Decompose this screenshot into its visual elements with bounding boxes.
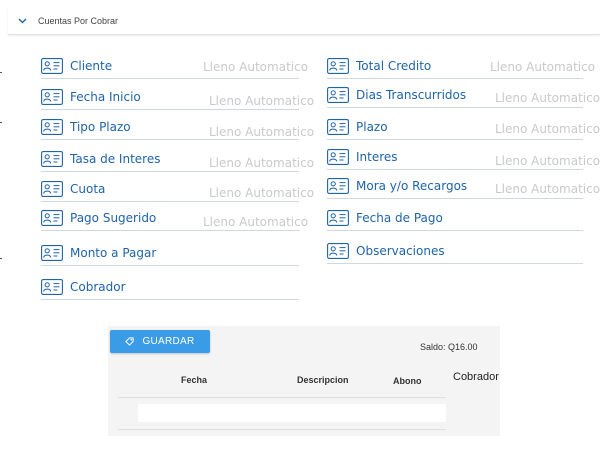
- section-title: Cuentas Por Cobrar: [38, 16, 119, 26]
- field-tipo-plazo[interactable]: Tipo Plazo Lleno Automatico: [41, 116, 314, 140]
- contact-card-icon: [327, 243, 349, 259]
- field-dias-transcurridos[interactable]: Dias Transcurridos Lleno Automatico: [327, 84, 600, 108]
- field-placeholder: Lleno Automatico: [495, 182, 600, 196]
- table-divider: [118, 429, 446, 430]
- field-cuota[interactable]: Cuota Lleno Automatico: [41, 178, 314, 202]
- contact-card-icon: [41, 279, 63, 295]
- field-label: Fecha Inicio: [70, 90, 141, 104]
- field-label: Monto a Pagar: [70, 246, 157, 260]
- field-placeholder: Lleno Automatico: [203, 215, 309, 229]
- contact-card-icon: [327, 178, 349, 194]
- table-row[interactable]: [138, 404, 446, 422]
- field-label: Tasa de Interes: [70, 152, 161, 166]
- contact-card-icon: [327, 210, 349, 226]
- field-placeholder: Lleno Automatico: [209, 186, 315, 200]
- contact-card-icon: [327, 149, 349, 165]
- contact-card-icon: [327, 58, 349, 74]
- contact-card-icon: [41, 210, 63, 226]
- field-placeholder: Lleno Automatico: [209, 125, 315, 139]
- column-header-cobrador[interactable]: Cobrador: [453, 371, 499, 383]
- field-plazo[interactable]: Plazo Lleno Automatico: [327, 116, 600, 140]
- contact-card-icon: [327, 119, 349, 135]
- column-header-descripcion[interactable]: Descripcion: [297, 375, 349, 385]
- field-observaciones[interactable]: Observaciones: [327, 240, 583, 264]
- field-mora-recargos[interactable]: Mora y/o Recargos Lleno Automatico: [327, 175, 600, 199]
- contact-card-icon: [327, 87, 349, 103]
- table-divider: [118, 397, 446, 398]
- balance-text: Saldo: Q16.00: [420, 342, 478, 352]
- contact-card-icon: [41, 119, 63, 135]
- edge-mark: [0, 122, 2, 123]
- field-pago-sugerido[interactable]: Pago Sugerido Lleno Automatico: [41, 207, 308, 231]
- field-fecha-inicio[interactable]: Fecha Inicio Lleno Automatico: [41, 86, 314, 110]
- save-button[interactable]: GUARDAR: [110, 330, 210, 353]
- field-label: Cliente: [70, 59, 113, 73]
- edge-mark: [0, 258, 2, 259]
- field-cobrador[interactable]: Cobrador: [41, 276, 299, 300]
- field-label: Cuota: [70, 182, 106, 196]
- field-placeholder: Lleno Automatico: [203, 60, 309, 74]
- field-placeholder: Lleno Automatico: [495, 122, 600, 136]
- contact-card-icon: [41, 58, 63, 74]
- tag-icon: [125, 337, 135, 346]
- column-header-abono[interactable]: Abono: [393, 376, 422, 386]
- save-button-label: GUARDAR: [142, 336, 195, 347]
- field-label: Fecha de Pago: [356, 211, 443, 225]
- field-label: Tipo Plazo: [70, 120, 131, 134]
- field-label: Interes: [356, 150, 398, 164]
- field-placeholder: Lleno Automatico: [490, 60, 596, 74]
- field-label: Total Credito: [356, 59, 432, 73]
- field-placeholder: Lleno Automatico: [495, 154, 600, 168]
- field-label: Cobrador: [70, 280, 126, 294]
- field-label: Dias Transcurridos: [356, 88, 467, 102]
- field-cliente[interactable]: Cliente Lleno Automatico: [41, 55, 308, 79]
- chevron-down-icon[interactable]: [18, 16, 28, 26]
- contact-card-icon: [41, 89, 63, 105]
- edge-mark: [0, 72, 2, 73]
- field-label: Plazo: [356, 120, 388, 134]
- field-label: Observaciones: [356, 244, 445, 258]
- field-label: Pago Sugerido: [70, 211, 157, 225]
- section-header[interactable]: Cuentas Por Cobrar: [8, 8, 600, 35]
- field-interes[interactable]: Interes Lleno Automatico: [327, 146, 600, 170]
- field-fecha-pago[interactable]: Fecha de Pago: [327, 207, 583, 231]
- contact-card-icon: [41, 151, 63, 167]
- field-placeholder: Lleno Automatico: [495, 91, 600, 105]
- field-placeholder: Lleno Automatico: [209, 94, 315, 108]
- field-tasa-interes[interactable]: Tasa de Interes Lleno Automatico: [41, 148, 314, 172]
- column-header-fecha[interactable]: Fecha: [181, 375, 207, 385]
- field-label: Mora y/o Recargos: [356, 179, 468, 193]
- field-placeholder: Lleno Automatico: [209, 156, 315, 170]
- field-total-credito[interactable]: Total Credito Lleno Automatico: [327, 55, 595, 79]
- contact-card-icon: [41, 181, 63, 197]
- contact-card-icon: [41, 245, 63, 261]
- field-monto-pagar[interactable]: Monto a Pagar: [41, 242, 299, 266]
